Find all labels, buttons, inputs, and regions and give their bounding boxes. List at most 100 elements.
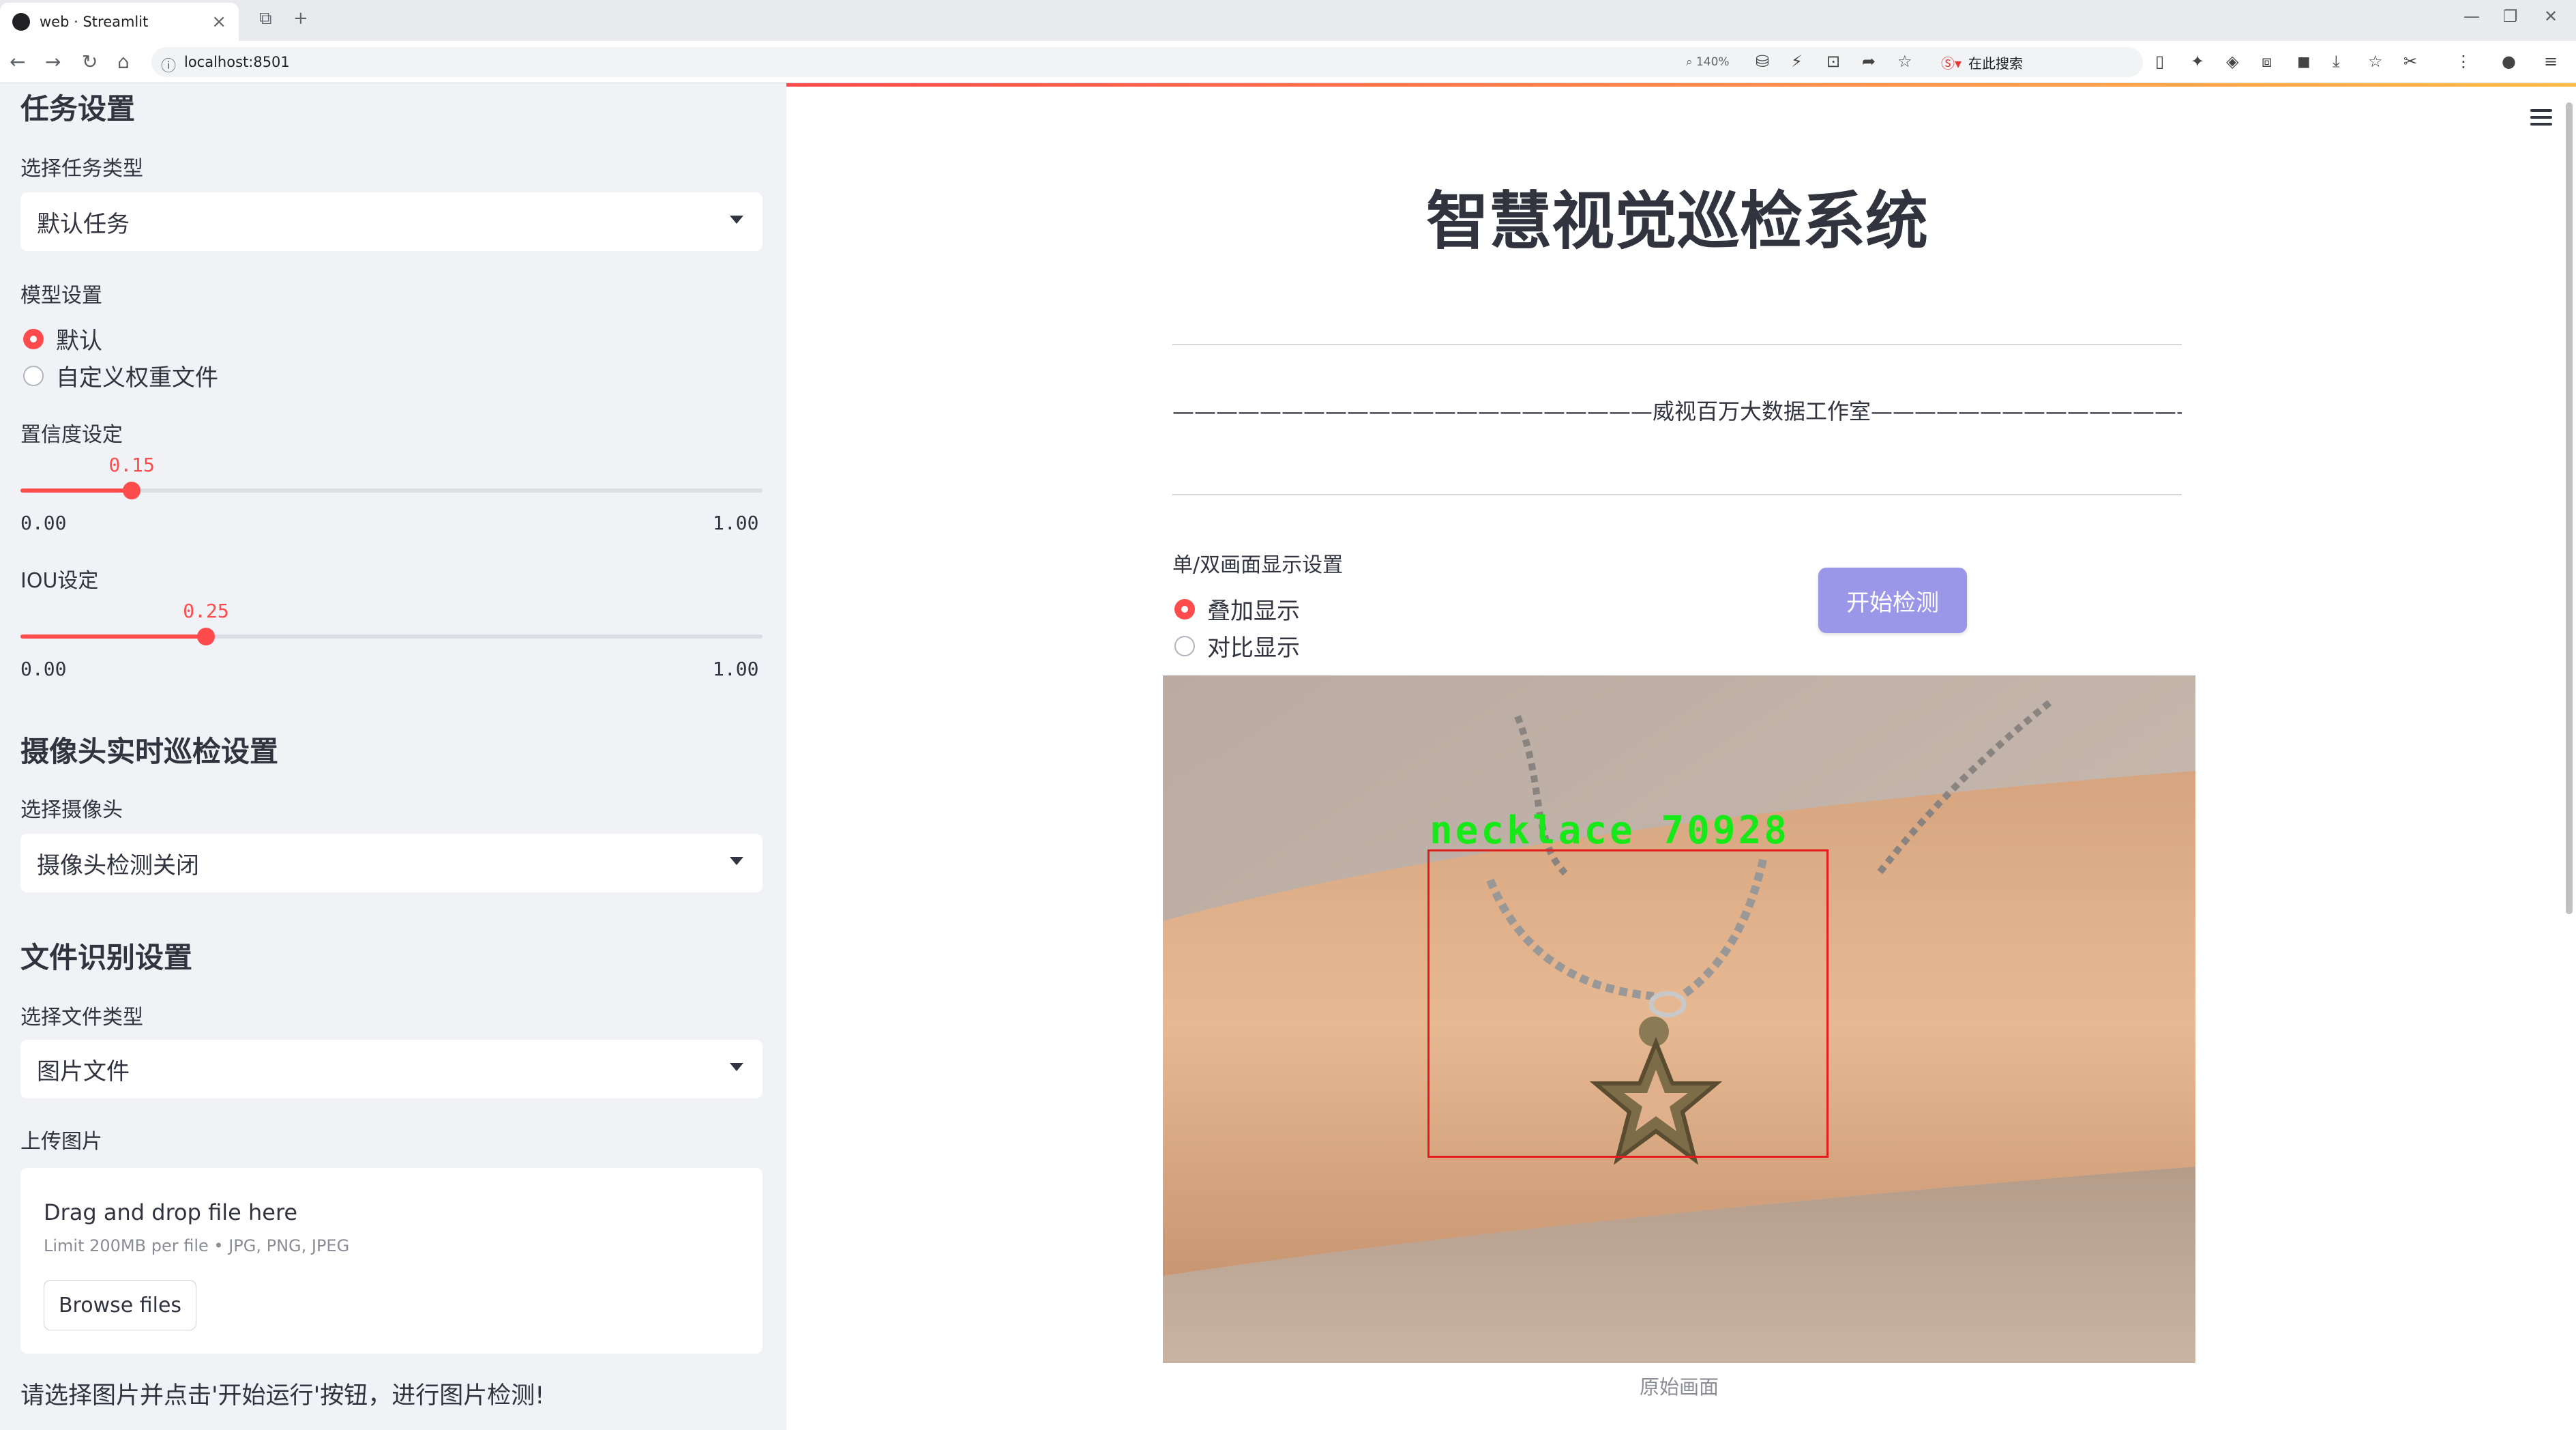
file-dropzone[interactable]: Drag and drop file here Limit 200MB per … bbox=[20, 1168, 763, 1354]
display-mode-label: 单/双画面显示设置 bbox=[1172, 553, 1344, 577]
confidence-min: 0.00 bbox=[20, 512, 67, 534]
screenshot-icon[interactable]: ⊡ bbox=[1826, 52, 1840, 71]
browser-tab-strip: web · Streamlit × ⧉ + — ❐ ✕ bbox=[0, 0, 2576, 41]
model-settings-label: 模型设置 bbox=[20, 284, 102, 308]
model-option-custom[interactable]: 自定义权重文件 bbox=[23, 359, 218, 392]
zoom-icon: ⌕ bbox=[1686, 55, 1696, 69]
confidence-slider-thumb[interactable] bbox=[123, 482, 141, 499]
task-settings-heading: 任务设置 bbox=[20, 92, 136, 126]
iou-max: 1.00 bbox=[713, 658, 759, 680]
browser-menu-icon[interactable]: ≡ bbox=[2544, 52, 2558, 71]
dropzone-title: Drag and drop file here bbox=[44, 1199, 298, 1225]
iou-slider-fill bbox=[20, 634, 206, 639]
browser-toolbar: ← → ↻ ⌂ ⓘ localhost:8501 ⌕ 140% ⛁ ⚡ ⊡ ➦ … bbox=[0, 41, 2576, 83]
chevron-down-icon bbox=[730, 216, 743, 224]
image-caption: 原始画面 bbox=[1639, 1375, 1719, 1399]
extension-cube-icon[interactable]: ◈ bbox=[2226, 52, 2238, 71]
iou-value: 0.25 bbox=[183, 600, 229, 622]
file-type-label: 选择文件类型 bbox=[20, 1006, 143, 1030]
browse-files-button[interactable]: Browse files bbox=[44, 1280, 196, 1330]
task-type-select[interactable]: 默认任务 bbox=[20, 192, 763, 251]
scissors-icon[interactable]: ✂ bbox=[2403, 52, 2417, 71]
divider-top bbox=[1172, 344, 2182, 345]
browser-tab[interactable]: web · Streamlit × bbox=[0, 3, 239, 41]
restore-icon[interactable]: ❐ bbox=[2503, 7, 2518, 26]
extension-app-icon[interactable]: ◼ bbox=[2297, 52, 2311, 71]
detection-bounding-box bbox=[1427, 849, 1829, 1158]
sidebar-instruction: 请选择图片并点击'开始运行'按钮，进行图片检测! bbox=[20, 1382, 545, 1410]
search-engine-label: 在此搜索 bbox=[1968, 55, 2024, 72]
address-bar[interactable]: ⓘ localhost:8501 ⌕ 140% bbox=[151, 47, 2143, 77]
profile-avatar[interactable]: ● bbox=[2502, 52, 2516, 71]
radio-selected-icon[interactable] bbox=[23, 328, 44, 349]
new-tab-icon[interactable]: + bbox=[293, 8, 308, 29]
url-text: localhost:8501 bbox=[184, 54, 290, 70]
back-icon[interactable]: ← bbox=[10, 50, 25, 73]
camera-select[interactable]: 摄像头检测关闭 bbox=[20, 834, 763, 892]
favorites-icon[interactable]: ☆ bbox=[2368, 52, 2383, 71]
start-detection-button[interactable]: 开始检测 bbox=[1818, 568, 1967, 633]
bookmark-star-icon[interactable]: ☆ bbox=[1897, 52, 1912, 71]
confidence-label: 置信度设定 bbox=[20, 423, 123, 447]
minimize-icon[interactable]: — bbox=[2463, 7, 2480, 26]
upload-label: 上传图片 bbox=[20, 1130, 102, 1154]
divider-bottom bbox=[1172, 494, 2182, 495]
extension-ai-icon[interactable]: ✦ bbox=[2191, 52, 2204, 71]
radio-unselected-icon[interactable] bbox=[1174, 635, 1195, 656]
camera-settings-heading: 摄像头实时巡检设置 bbox=[20, 735, 279, 768]
chevron-down-icon bbox=[730, 857, 743, 865]
site-info-icon[interactable]: ⓘ bbox=[161, 54, 176, 76]
confidence-max: 1.00 bbox=[713, 512, 759, 534]
display-mode-option-label: 叠加显示 bbox=[1207, 598, 1300, 625]
radio-selected-icon[interactable] bbox=[1174, 598, 1195, 619]
tab-close-icon[interactable]: × bbox=[211, 12, 226, 32]
model-option-label: 默认 bbox=[56, 327, 102, 355]
lightning-icon[interactable]: ⚡ bbox=[1791, 52, 1803, 71]
more-vert-icon[interactable]: ⋮ bbox=[2455, 52, 2472, 71]
browser-search-box[interactable]: Ⓢ▾ 在此搜索 bbox=[1941, 47, 2146, 77]
confidence-value: 0.15 bbox=[108, 454, 155, 476]
mobile-icon[interactable]: ▯ bbox=[2155, 52, 2164, 71]
sidebar: 任务设置 选择任务类型 默认任务 模型设置 默认 自定义权重文件 置信度设定 0… bbox=[0, 83, 786, 1430]
display-mode-option-label: 对比显示 bbox=[1207, 634, 1300, 662]
page-title: 智慧视觉巡检系统 bbox=[1425, 185, 1928, 258]
iou-min: 0.00 bbox=[20, 658, 67, 680]
zoom-indicator[interactable]: ⌕ 140% bbox=[1686, 55, 1730, 69]
task-type-label: 选择任务类型 bbox=[20, 157, 143, 181]
file-type-select[interactable]: 图片文件 bbox=[20, 1040, 763, 1098]
confidence-slider[interactable] bbox=[20, 482, 763, 499]
home-icon[interactable]: ⌂ bbox=[117, 50, 130, 73]
confidence-slider-fill bbox=[20, 488, 132, 493]
download-icon[interactable]: ⤓ bbox=[2333, 52, 2340, 71]
tab-search-icon[interactable]: ⧉ bbox=[259, 8, 272, 29]
search-engine-icon: Ⓢ▾ bbox=[1941, 55, 1962, 72]
reload-icon[interactable]: ↻ bbox=[82, 50, 98, 73]
extension-translate-icon[interactable]: ⧈ bbox=[2262, 52, 2272, 71]
app-menu-icon[interactable] bbox=[2530, 109, 2552, 130]
model-option-label: 自定义权重文件 bbox=[56, 364, 218, 392]
display-mode-overlay[interactable]: 叠加显示 bbox=[1174, 592, 1300, 626]
tab-title: web · Streamlit bbox=[40, 14, 149, 30]
iou-slider[interactable] bbox=[20, 628, 763, 645]
task-type-value: 默认任务 bbox=[37, 210, 130, 238]
streamlit-favicon-icon bbox=[12, 13, 30, 31]
chevron-down-icon bbox=[730, 1063, 743, 1071]
file-type-value: 图片文件 bbox=[37, 1057, 130, 1085]
model-option-default[interactable]: 默认 bbox=[23, 322, 102, 355]
scrollbar[interactable] bbox=[2566, 102, 2573, 914]
radio-unselected-icon[interactable] bbox=[23, 365, 44, 386]
page-subtitle: ——————————————————————威视百万大数据工作室————————… bbox=[1172, 398, 2182, 424]
camera-select-label: 选择摄像头 bbox=[20, 798, 123, 822]
header-decoration bbox=[786, 83, 2576, 87]
camera-select-value: 摄像头检测关闭 bbox=[37, 851, 199, 879]
forward-icon[interactable]: → bbox=[45, 50, 61, 73]
file-settings-heading: 文件识别设置 bbox=[20, 941, 193, 974]
share-icon[interactable]: ➦ bbox=[1862, 52, 1876, 71]
translate-icon[interactable]: ⛁ bbox=[1756, 52, 1769, 71]
iou-label: IOU设定 bbox=[20, 569, 99, 593]
window-close-icon[interactable]: ✕ bbox=[2544, 7, 2558, 26]
display-mode-compare[interactable]: 对比显示 bbox=[1174, 629, 1300, 662]
iou-slider-thumb[interactable] bbox=[197, 628, 215, 645]
detection-label: necklace 70928 bbox=[1430, 808, 1790, 853]
dropzone-limit: Limit 200MB per file • JPG, PNG, JPEG bbox=[44, 1236, 350, 1255]
